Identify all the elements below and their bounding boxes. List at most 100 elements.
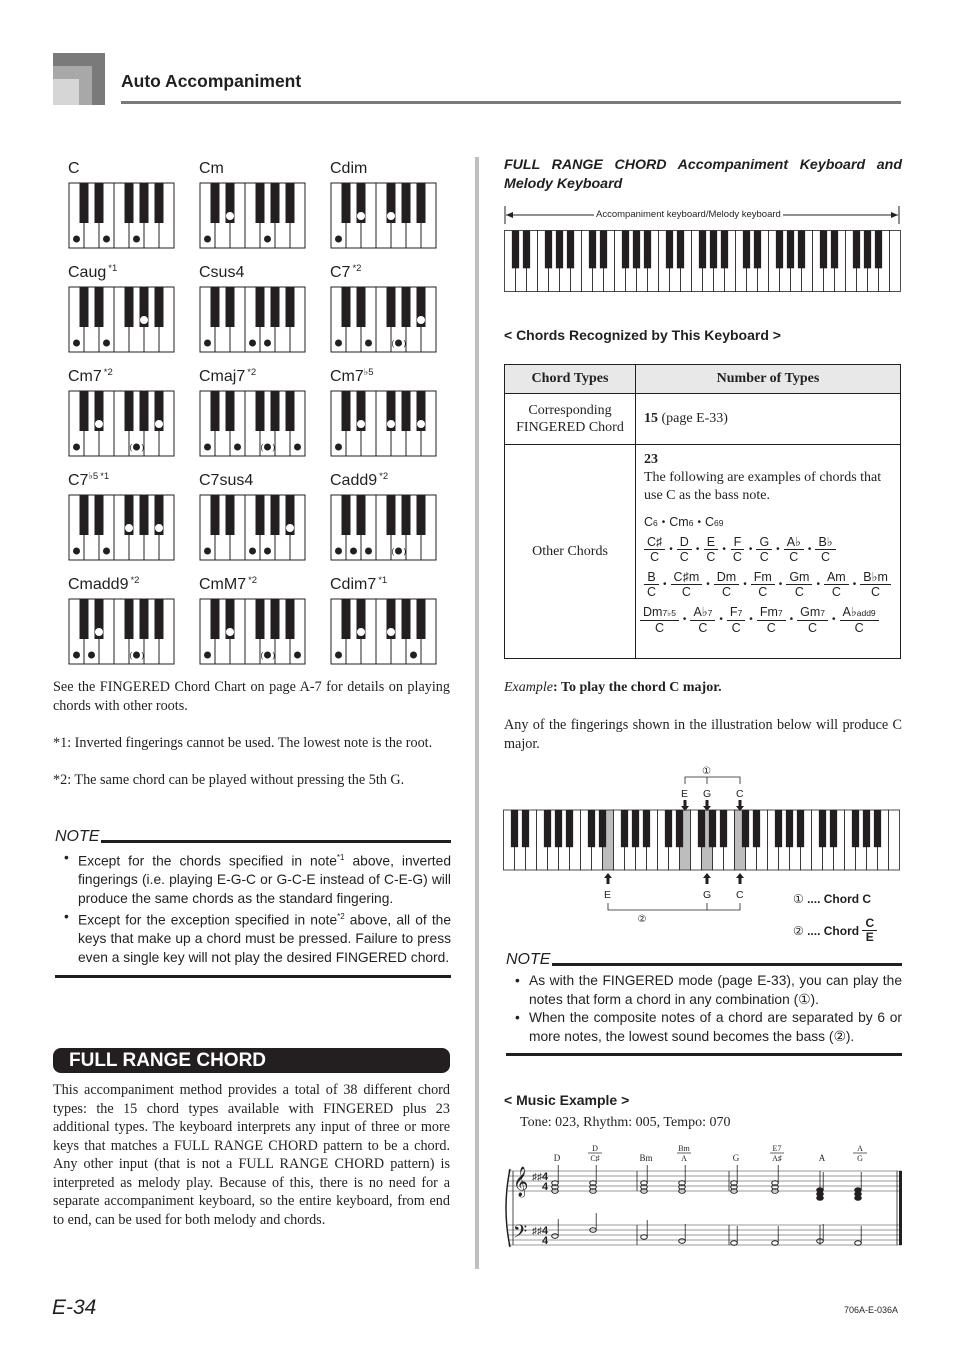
chord-name: Cm7♭5 bbox=[330, 367, 374, 385]
chord-symbol-name: D bbox=[554, 1153, 561, 1163]
pressed-key-dot bbox=[204, 443, 211, 451]
black-key bbox=[139, 599, 149, 639]
black-key bbox=[632, 230, 641, 269]
chord-diagram: Cm7♭5 bbox=[330, 367, 440, 468]
chord-name: Cmadd9 *2 bbox=[68, 575, 140, 593]
pressed-key-dot bbox=[335, 651, 342, 659]
black-key bbox=[587, 810, 596, 848]
slash-chord: Am C bbox=[823, 570, 849, 599]
white-key bbox=[889, 230, 901, 292]
black-key bbox=[819, 230, 828, 269]
chord-types-table: Chord Types Number of Types Correspondin… bbox=[504, 364, 901, 659]
black-key bbox=[643, 230, 652, 269]
chord-diagram: Cmaj7 *2 () bbox=[199, 367, 309, 468]
mini-keyboard: () bbox=[199, 598, 306, 665]
black-key bbox=[94, 495, 104, 535]
separator-dot: • bbox=[748, 543, 753, 555]
slash-chord: B♭ C bbox=[815, 535, 836, 564]
slash-chord: EC bbox=[703, 535, 719, 564]
black-key bbox=[255, 287, 265, 327]
chord-name: C7 *2 bbox=[330, 263, 362, 281]
chord-symbol: AG bbox=[853, 1144, 867, 1163]
black-key bbox=[774, 810, 783, 848]
slash-chord: Gm7 C bbox=[797, 605, 828, 635]
mini-keyboard: () bbox=[199, 390, 306, 457]
black-key bbox=[664, 810, 673, 848]
pressed-black-key-dot bbox=[95, 420, 103, 428]
black-key bbox=[818, 810, 827, 848]
black-key bbox=[341, 287, 351, 327]
optional-paren: ( bbox=[130, 651, 133, 660]
black-key bbox=[598, 810, 607, 848]
black-key bbox=[709, 230, 718, 269]
chord-name: C7♭5 *1 bbox=[68, 471, 110, 489]
black-key bbox=[285, 599, 295, 639]
optional-key-dot bbox=[395, 547, 402, 555]
final-bar-thick bbox=[899, 1171, 902, 1245]
pressed-key-dot bbox=[350, 547, 357, 555]
pressed-key-dot bbox=[365, 339, 372, 347]
chord-diagram: C bbox=[68, 160, 178, 260]
optional-paren: ) bbox=[142, 443, 145, 452]
optional-paren: ( bbox=[130, 443, 133, 452]
chord-name: CmM7 *2 bbox=[199, 575, 258, 593]
black-key bbox=[124, 599, 134, 639]
separator-dot: • bbox=[789, 614, 794, 625]
chord-name: Cm bbox=[199, 160, 224, 177]
chord-diagram: C7 *2 () bbox=[330, 263, 440, 364]
slash-chord: DC bbox=[676, 535, 692, 564]
black-key bbox=[210, 287, 220, 327]
pressed-black-key-dot bbox=[140, 316, 148, 324]
black-key bbox=[829, 810, 838, 848]
mini-keyboard bbox=[68, 182, 175, 249]
full-range-chord-banner: FULL RANGE CHORD bbox=[53, 1048, 450, 1073]
separator-dot: • bbox=[852, 578, 857, 590]
keyboard-caption: Accompaniment keyboard/Melody keyboard bbox=[594, 209, 783, 220]
mini-keyboard: () bbox=[68, 598, 175, 665]
slash-chord: FC bbox=[730, 535, 745, 564]
chord-symbol-numerator: Bm bbox=[678, 1144, 690, 1153]
black-key bbox=[79, 287, 89, 327]
black-key bbox=[416, 599, 426, 639]
chord-diagram: Cm7 *2 () bbox=[68, 367, 178, 468]
separator-dot: • bbox=[697, 516, 701, 528]
black-key bbox=[225, 287, 235, 327]
black-key bbox=[341, 183, 351, 223]
chord-name: Csus4 bbox=[199, 264, 245, 281]
chord-symbol: DC♯ bbox=[588, 1144, 602, 1163]
chord-diagram: Csus4 bbox=[199, 264, 309, 364]
chord-type-cell: Corresponding FINGERED Chord bbox=[504, 393, 636, 445]
pressed-key-dot bbox=[73, 547, 80, 555]
chord-symbol: Bm bbox=[639, 1153, 652, 1163]
black-key bbox=[270, 287, 280, 327]
chord-symbol: G bbox=[733, 1153, 740, 1163]
simple-chord-row: C6 • Cm6 • C69 bbox=[644, 513, 892, 532]
chord-diagram: C7sus4 bbox=[199, 472, 309, 572]
black-key bbox=[341, 391, 351, 431]
pressed-key-dot bbox=[88, 651, 95, 659]
pressed-key-dot bbox=[410, 651, 417, 659]
slash-chord-row: B C • C♯m C • Dm C • Fm C • Gm C • Am C • B♭m C bbox=[644, 570, 892, 599]
note-bottom-rule bbox=[55, 975, 451, 979]
black-key bbox=[210, 495, 220, 535]
black-key bbox=[620, 810, 629, 848]
separator-dot: • bbox=[749, 614, 753, 625]
bass-note bbox=[640, 1234, 648, 1240]
chord-diagram: Caug *1 bbox=[68, 263, 178, 364]
optional-key-dot bbox=[133, 443, 140, 451]
black-key bbox=[416, 495, 426, 535]
black-key bbox=[341, 599, 351, 639]
bass-note bbox=[730, 1240, 738, 1246]
chord-name: Cdim7 *1 bbox=[330, 575, 388, 593]
up-arrow-icon bbox=[703, 873, 711, 884]
pressed-key-dot bbox=[249, 547, 256, 555]
black-key bbox=[356, 495, 366, 535]
down-arrow-icon bbox=[681, 800, 689, 811]
pressed-key-dot bbox=[204, 339, 211, 347]
black-key bbox=[416, 183, 426, 223]
black-key bbox=[566, 230, 575, 269]
chord-symbol-numerator: A bbox=[857, 1144, 863, 1153]
chord-example: C69 bbox=[704, 515, 724, 529]
pressed-black-key-dot bbox=[357, 420, 365, 428]
black-key bbox=[676, 230, 685, 269]
